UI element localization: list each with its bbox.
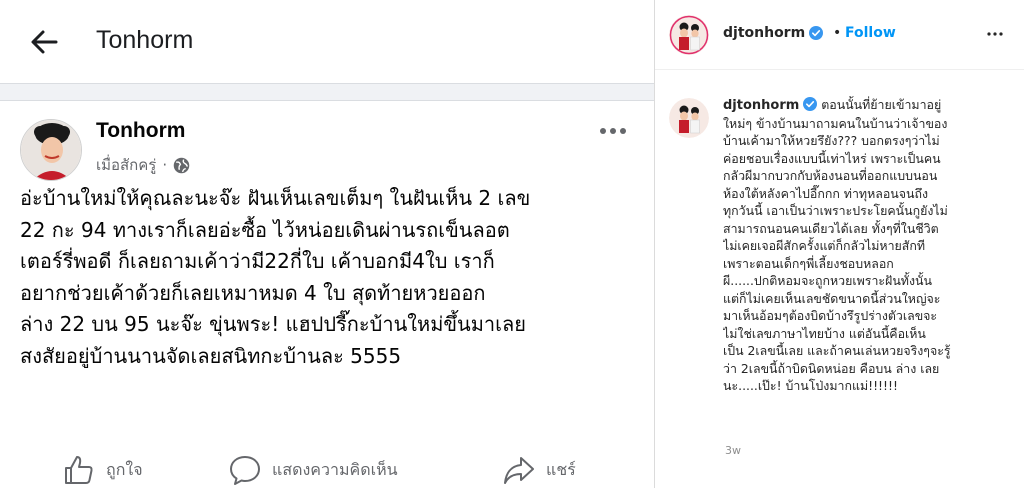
like-button[interactable]: ถูกใจ bbox=[62, 451, 143, 488]
more-dots-icon[interactable] bbox=[985, 27, 1005, 41]
share-button[interactable]: แชร์ bbox=[502, 451, 576, 488]
verified-badge-icon bbox=[803, 97, 818, 111]
verified-badge-icon bbox=[809, 26, 824, 40]
caption-line: djtonhorm ตอนนั้นที่ย้ายเข้ามาอยู่ bbox=[723, 96, 1015, 115]
follow-button[interactable]: Follow bbox=[845, 25, 896, 41]
caption-line: ใหม่ๆ ข้างบ้านมาถามคนในบ้านว่าเจ้าของ bbox=[723, 115, 948, 131]
post-body-line: สงสัยอยู่บ้านนานจัดเลยสนิทกะบ้านละ 5555 bbox=[20, 343, 402, 368]
caption-line: นะ.....เป๊ะ! บ้านโป่งมากแม่!!!!!! bbox=[723, 378, 898, 393]
like-label: ถูกใจ bbox=[106, 459, 143, 479]
post-card: Tonhorm เมื่อสักครู่ · อ่ะบ้านใหม่ให้คุณ… bbox=[0, 100, 654, 488]
meta-separator: · bbox=[162, 156, 168, 174]
ig-caption-avatar[interactable] bbox=[669, 98, 709, 138]
comment-label: แสดงความคิดเห็น bbox=[272, 459, 398, 479]
top-bar: Tonhorm bbox=[0, 0, 654, 84]
share-arrow-icon bbox=[504, 457, 534, 484]
globe-icon bbox=[173, 157, 190, 173]
caption-line: มาเห็นอ้อมๆต้องบิดบ้างรึรูปร่างตัวเลขจะ bbox=[723, 308, 938, 323]
more-dots-icon[interactable] bbox=[596, 119, 630, 143]
post-author[interactable]: Tonhorm bbox=[96, 119, 185, 143]
caption-line: ไม่เคยเจอผีสักครั้งแต่ก็กลัวไม่หายสักที bbox=[723, 238, 926, 253]
post-body-line: ล่าง 22 บน 95 นะจ๊ะ ขุ่นพระ! แฮปปรี๊กะบ้… bbox=[20, 312, 526, 336]
caption-line: เพราะตอนเด็กๆพี่เลี้ยงชอบหลอก bbox=[723, 255, 894, 271]
caption-line: บ้านเค้ามาให้หวยรึยัง??? บอกตรงๆว่าไม่ bbox=[723, 133, 940, 148]
ig-timestamp[interactable]: 3w bbox=[725, 444, 741, 457]
post-actions: ถูกใจ แสดงความคิดเห็น แชร์ bbox=[0, 451, 654, 488]
share-label: แชร์ bbox=[546, 459, 576, 479]
post-body-line: เตอร์รี่พอดี ก็เลยถามเค้าว่ามี22กี่ใบ เค… bbox=[20, 249, 495, 273]
caption-line: แต่ก็ไม่เคยเห็นเลขชัดขนาดนี้ส่วนใหญ่จะ bbox=[723, 290, 941, 306]
post-timestamp[interactable]: เมื่อสักครู่ bbox=[96, 153, 156, 177]
post-meta: เมื่อสักครู่ · bbox=[96, 153, 190, 177]
caption-line: เป็น 2เลขนี้เลย และถ้าคนเล่นหวยจริงๆจะรู… bbox=[723, 343, 951, 358]
back-arrow-icon[interactable] bbox=[26, 24, 62, 60]
caption-username[interactable]: djtonhorm bbox=[723, 98, 799, 113]
caption-line: ห้องใต้หลังคาไปอี๊กกก ท่าทุหลอนจนถึง bbox=[723, 185, 929, 201]
ig-separator: • bbox=[833, 25, 842, 41]
instagram-post-panel: djtonhorm • Follow djtonhorm ตอนนั้นที่ย… bbox=[654, 0, 1024, 488]
comment-bubble-icon bbox=[230, 456, 260, 485]
ig-username-text: djtonhorm bbox=[723, 25, 806, 41]
caption-line: ไม่ใช่เลขภาษาไทยบ้าง แต่อันนี้คือเห็น bbox=[723, 325, 926, 341]
post-body-line: อ่ะบ้านใหม่ให้คุณละนะจ๊ะ ฝันเห็นเลขเต็มๆ… bbox=[20, 186, 531, 210]
facebook-post-screenshot: Tonhorm Tonhorm เมื่อสักครู่ · อ่ะบ้านให… bbox=[0, 0, 654, 488]
comment-button[interactable]: แสดงความคิดเห็น bbox=[228, 451, 398, 488]
ig-username[interactable]: djtonhorm bbox=[723, 25, 824, 41]
post-body-line: อยากช่วยเค้าด้วยก็เลยเหมาหมด 4 ใบ สุดท้า… bbox=[20, 280, 486, 305]
post-body: อ่ะบ้านใหม่ให้คุณละนะจ๊ะ ฝันเห็นเลขเต็มๆ… bbox=[20, 183, 645, 372]
author-avatar[interactable] bbox=[20, 119, 82, 181]
post-body-line: 22 กะ 94 ทางเราก็เลยอ่ะซื้อ ไว้หน่อยเดิน… bbox=[20, 217, 510, 242]
caption-line: กลัวผีมากบวกกับห้องนอนที่ออกแบบนอน bbox=[723, 168, 938, 183]
page-title: Tonhorm bbox=[96, 26, 194, 54]
caption-line: ค่อยชอบเรื่องแบบนี้เท่าไหร่ เพราะเป็นคน bbox=[723, 150, 941, 166]
ig-caption: djtonhorm ตอนนั้นที่ย้ายเข้ามาอยู่ ใหม่ๆ… bbox=[723, 96, 1015, 395]
thumbs-up-icon bbox=[65, 456, 93, 484]
caption-line: ผี......ปกติหอมจะถูกหวยเพราะฝันทั้งนั้น bbox=[723, 273, 932, 288]
ig-header: djtonhorm • Follow bbox=[655, 0, 1024, 70]
caption-line: ว่า 2เลขนี้ถ้าบิดนิดหน่อย คือบน ล่าง เลย bbox=[723, 360, 940, 376]
caption-text: ตอนนั้นที่ย้ายเข้ามาอยู่ bbox=[821, 97, 942, 112]
caption-line: สามารถนอนคนเดียวได้เลย ทั้งๆที่ในชีวิต bbox=[723, 220, 939, 236]
caption-line: ทุกวันนี้ เอาเป็นว่าเพราะประโยคนั้นกูยัง… bbox=[723, 203, 948, 218]
ig-avatar[interactable] bbox=[669, 15, 709, 55]
